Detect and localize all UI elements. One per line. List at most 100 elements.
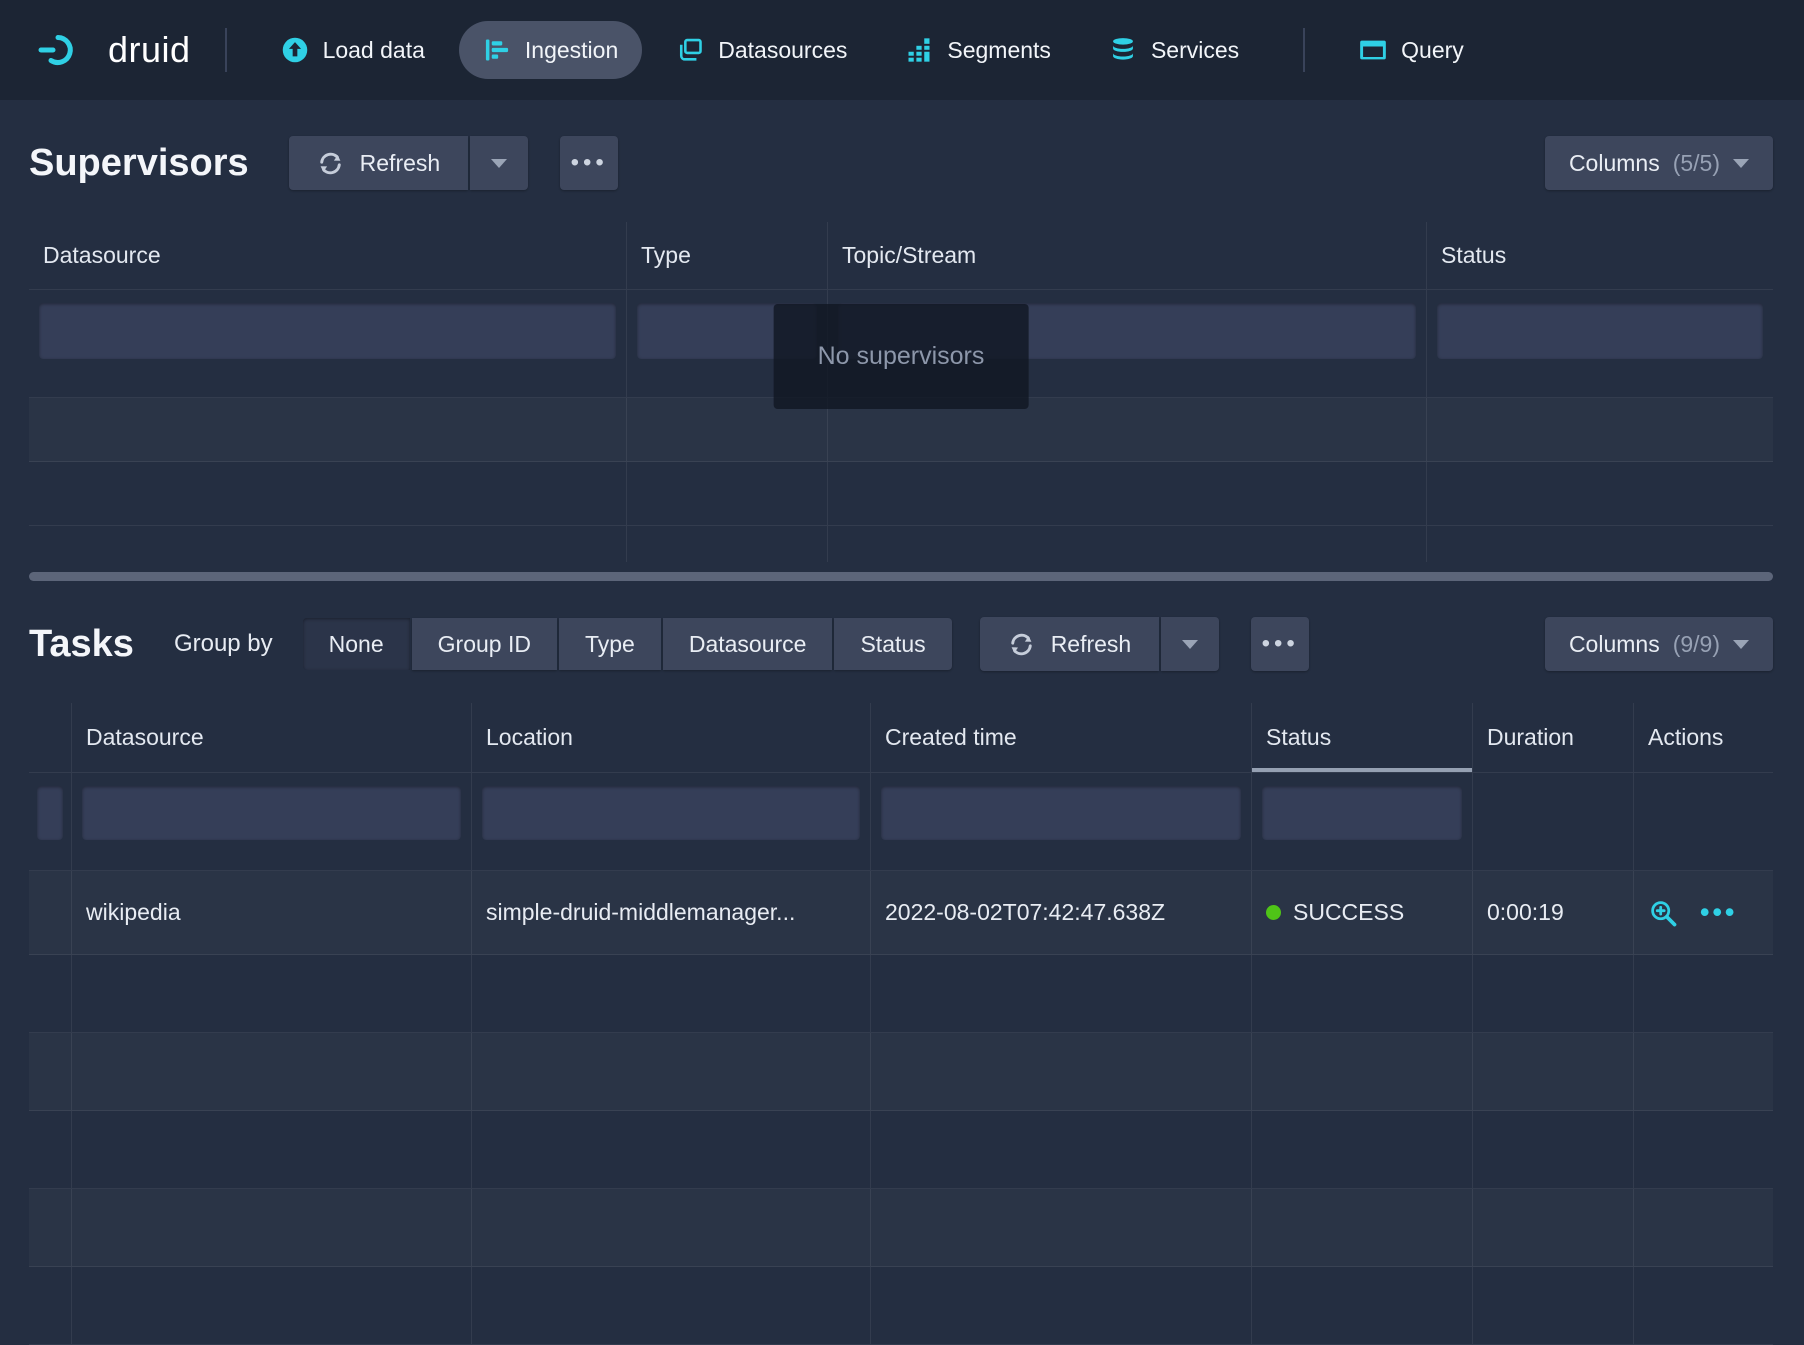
no-supervisors-message: No supervisors xyxy=(774,304,1029,409)
nav-item-services[interactable]: Services xyxy=(1085,21,1263,79)
supervisors-refresh-dropdown-button[interactable] xyxy=(470,136,528,190)
task-detail-button[interactable] xyxy=(1648,898,1678,928)
nav-item-ingestion[interactable]: Ingestion xyxy=(459,21,642,79)
supervisors-horizontal-scrollbar[interactable] xyxy=(29,572,1773,581)
nav-item-datasources[interactable]: Datasources xyxy=(652,21,871,79)
filter-cell xyxy=(29,773,72,870)
refresh-label: Refresh xyxy=(360,150,441,177)
filter-cell xyxy=(871,773,1252,870)
tasks-refresh-button[interactable]: Refresh xyxy=(980,617,1160,671)
nav-item-segments[interactable]: Segments xyxy=(881,21,1075,79)
header-cell-status-sorted[interactable]: Status xyxy=(1252,703,1473,772)
header-cell-location[interactable]: Location xyxy=(472,703,871,772)
columns-count: (9/9) xyxy=(1673,631,1720,658)
datasources-icon xyxy=(676,36,704,64)
tasks-refresh-group: Refresh xyxy=(980,617,1220,671)
refresh-icon xyxy=(317,150,344,177)
empty-row xyxy=(29,1267,1773,1345)
header-cell-datasource[interactable]: Datasource xyxy=(72,703,472,772)
nav-item-label: Load data xyxy=(323,37,425,64)
empty-row xyxy=(29,1033,1773,1111)
nav-item-load-data[interactable]: Load data xyxy=(257,21,449,79)
task-actions-cell xyxy=(1634,871,1773,954)
groupby-type-button[interactable]: Type xyxy=(559,618,661,670)
header-cell-status[interactable]: Status xyxy=(1427,222,1773,289)
groupby-status-button[interactable]: Status xyxy=(834,618,951,670)
status-badge: SUCCESS xyxy=(1293,899,1404,926)
druid-logo[interactable]: druid xyxy=(38,29,191,71)
nav-item-label: Ingestion xyxy=(525,37,618,64)
empty-row xyxy=(29,462,1773,526)
columns-label: Columns xyxy=(1569,150,1660,177)
task-datasource-cell: wikipedia xyxy=(72,871,472,954)
supervisors-refresh-button[interactable]: Refresh xyxy=(289,136,469,190)
header-cell-type[interactable]: Type xyxy=(627,222,828,289)
location-filter-input[interactable] xyxy=(482,786,860,840)
filter-cell xyxy=(1634,773,1773,870)
nav-item-label: Segments xyxy=(947,37,1051,64)
task-duration-cell: 0:00:19 xyxy=(1473,871,1634,954)
supervisors-more-button[interactable] xyxy=(560,136,618,190)
header-cell-actions[interactable]: Actions xyxy=(1634,703,1773,772)
tasks-more-button[interactable] xyxy=(1251,617,1309,671)
header-cell-datasource[interactable]: Datasource xyxy=(29,222,627,289)
services-icon xyxy=(1109,36,1137,64)
columns-label: Columns xyxy=(1569,631,1660,658)
status-filter-input[interactable] xyxy=(1262,786,1462,840)
tasks-section: Tasks Group by None Group ID Type Dataso… xyxy=(29,615,1773,1345)
segments-icon xyxy=(905,36,933,64)
filter-cell xyxy=(1473,773,1634,870)
groupby-none-button[interactable]: None xyxy=(303,618,410,670)
task-actions-menu-button[interactable] xyxy=(1700,897,1737,928)
navbar-divider xyxy=(1303,28,1305,72)
empty-row xyxy=(29,526,1773,562)
group-by-button-group: None Group ID Type Datasource Status xyxy=(303,618,952,670)
created-time-filter-input[interactable] xyxy=(881,786,1241,840)
empty-row xyxy=(29,1189,1773,1267)
filter-cell xyxy=(72,773,472,870)
refresh-icon xyxy=(1008,631,1035,658)
supervisors-title: Supervisors xyxy=(29,142,249,185)
load-data-icon xyxy=(281,36,309,64)
pinned-filter-input[interactable] xyxy=(37,786,63,840)
header-cell-pinned xyxy=(29,703,72,772)
header-cell-topic-stream[interactable]: Topic/Stream xyxy=(828,222,1427,289)
status-filter-input[interactable] xyxy=(1437,303,1763,359)
header-cell-duration[interactable]: Duration xyxy=(1473,703,1634,772)
filter-cell xyxy=(1427,290,1773,397)
empty-row xyxy=(29,1111,1773,1189)
druid-logo-text: druid xyxy=(108,29,191,71)
tasks-columns-button[interactable]: Columns (9/9) xyxy=(1545,617,1773,671)
nav-item-label: Services xyxy=(1151,37,1239,64)
task-status-cell: SUCCESS xyxy=(1252,871,1473,954)
groupby-datasource-button[interactable]: Datasource xyxy=(663,618,833,670)
task-row: wikipedia simple-druid-middlemanager... … xyxy=(29,871,1773,955)
druid-logo-icon xyxy=(38,32,92,68)
magnify-zoom-in-icon xyxy=(1648,898,1678,928)
filter-cell xyxy=(29,290,627,397)
datasource-filter-input[interactable] xyxy=(39,303,616,359)
nav-item-label: Query xyxy=(1401,37,1464,64)
groupby-group-id-button[interactable]: Group ID xyxy=(412,618,557,670)
header-cell-created-time[interactable]: Created time xyxy=(871,703,1252,772)
supervisors-toolbar: Supervisors Refresh xyxy=(29,134,1773,192)
filter-cell xyxy=(1252,773,1473,870)
supervisors-table: Datasource Type Topic/Stream Status xyxy=(29,222,1773,562)
supervisors-section: Supervisors Refresh xyxy=(29,134,1773,581)
more-dots-icon xyxy=(1262,630,1299,658)
tasks-toolbar: Tasks Group by None Group ID Type Dataso… xyxy=(29,615,1773,673)
task-created-time-cell: 2022-08-02T07:42:47.638Z xyxy=(871,871,1252,954)
tasks-header-row: Datasource Location Created time Status … xyxy=(29,703,1773,773)
top-navbar: druid Load data Ingestion Datasources xyxy=(0,0,1804,100)
tasks-table: Datasource Location Created time Status … xyxy=(29,703,1773,1345)
nav-item-query[interactable]: Query xyxy=(1335,21,1488,79)
chevron-down-icon xyxy=(1733,640,1749,649)
tasks-refresh-dropdown-button[interactable] xyxy=(1161,617,1219,671)
navbar-divider xyxy=(225,28,227,72)
supervisors-columns-button[interactable]: Columns (5/5) xyxy=(1545,136,1773,190)
tasks-filter-row xyxy=(29,773,1773,871)
query-icon xyxy=(1359,36,1387,64)
group-by-label: Group by xyxy=(174,630,273,658)
supervisors-refresh-group: Refresh xyxy=(289,136,529,190)
datasource-filter-input[interactable] xyxy=(82,786,461,840)
